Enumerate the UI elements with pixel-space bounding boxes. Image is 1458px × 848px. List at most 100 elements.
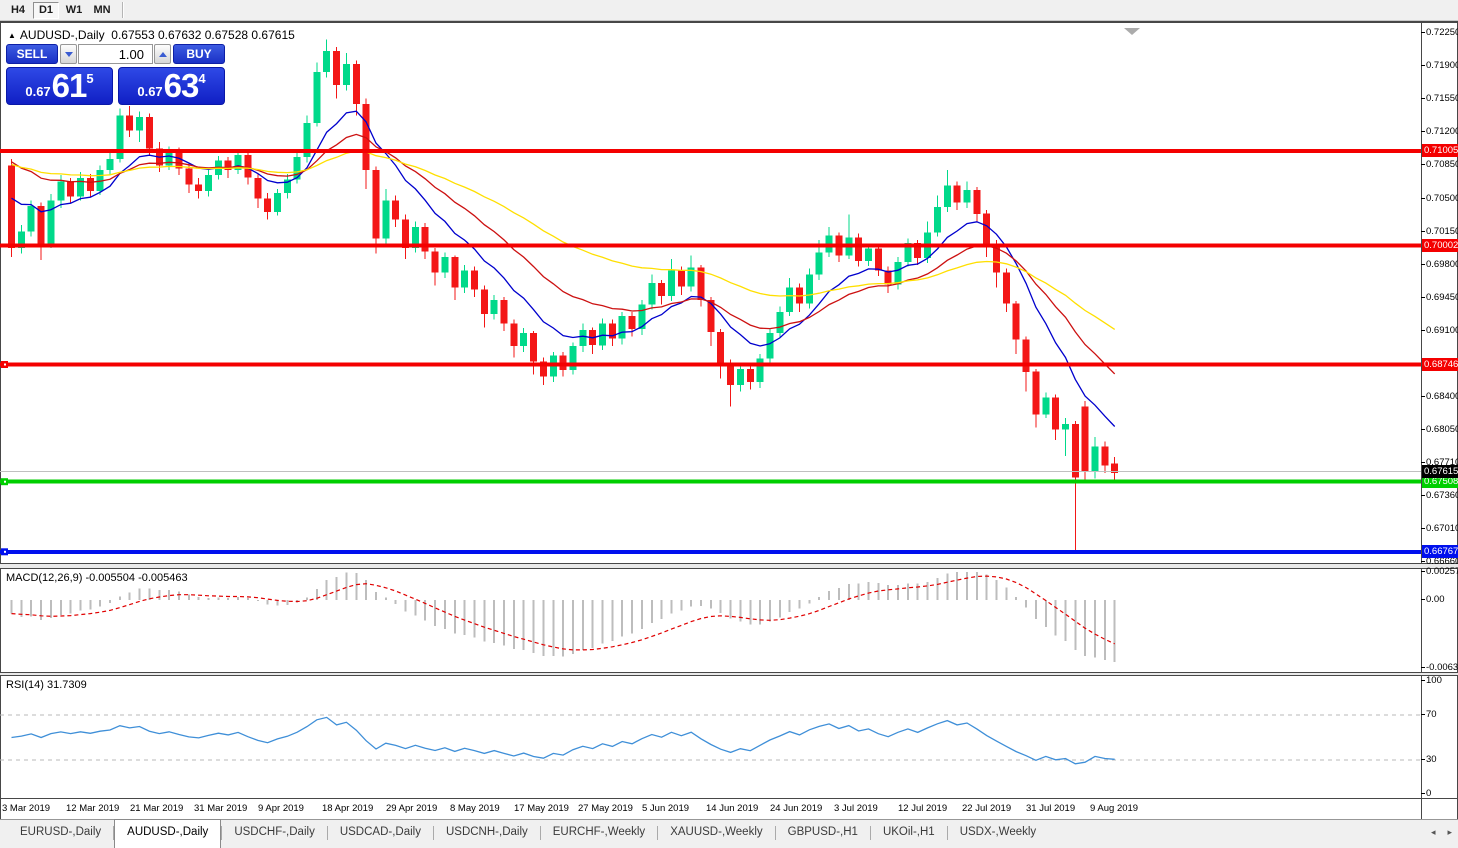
volume-increase-button[interactable] bbox=[154, 44, 171, 64]
date-axis-label: 24 Jun 2019 bbox=[770, 803, 823, 814]
price-tick-label: 0.69450 bbox=[1420, 292, 1458, 303]
price-tick-label: 0.67010 bbox=[1420, 523, 1458, 534]
sell-price-big: 61 bbox=[51, 67, 88, 104]
buy-button[interactable]: BUY bbox=[173, 44, 225, 64]
toolbar-separator bbox=[122, 2, 124, 18]
volume-input[interactable] bbox=[78, 44, 153, 64]
date-axis-label: 21 Mar 2019 bbox=[130, 803, 184, 814]
timeframe-button-w1[interactable]: W1 bbox=[61, 2, 87, 19]
date-axis-label: 12 Jul 2019 bbox=[898, 803, 948, 814]
chart-tab-usdx-weekly[interactable]: USDX-,Weekly bbox=[948, 820, 1048, 848]
rsi-line bbox=[11, 716, 1115, 765]
tab-scroll-right-icon[interactable]: ▸ bbox=[1447, 827, 1452, 838]
chart-tab-ukoil-h1[interactable]: UKOil-,H1 bbox=[871, 820, 947, 848]
rsi-tick-label: 30 bbox=[1421, 754, 1437, 766]
buy-price-prefix: 0.67 bbox=[137, 84, 163, 99]
buy-price-box[interactable]: 0.67 63 4 bbox=[118, 67, 225, 105]
horizontal-level-line[interactable] bbox=[0, 549, 1421, 554]
one-click-panel-toggle-icon[interactable]: ▲ bbox=[8, 31, 16, 40]
horizontal-level-line[interactable] bbox=[0, 479, 1421, 484]
chart-tab-audusd-daily[interactable]: AUDUSD-,Daily bbox=[114, 819, 222, 848]
level-price-label[interactable]: 0.66767 bbox=[1422, 544, 1458, 558]
rsi-indicator-pane[interactable] bbox=[0, 676, 1421, 798]
price-tick-label: 0.67360 bbox=[1420, 490, 1458, 501]
price-tick-label: 0.69100 bbox=[1420, 325, 1458, 336]
timeframe-button-mn[interactable]: MN bbox=[89, 2, 115, 19]
volume-control bbox=[60, 44, 171, 64]
one-click-trading-panel: SELL BUY 0.67615 0.67634 bbox=[6, 44, 225, 105]
chart-tab-usdcnh-daily[interactable]: USDCNH-,Daily bbox=[434, 820, 540, 848]
chart-tab-xauusd-weekly[interactable]: XAUUSD-,Weekly bbox=[658, 820, 774, 848]
timeframe-button-h4[interactable]: H4 bbox=[5, 2, 31, 19]
ema-slow-line bbox=[11, 150, 1116, 330]
buy-price-pip: 4 bbox=[198, 71, 206, 86]
macd-tick-label: -0.00632 bbox=[1421, 662, 1458, 673]
candlesticks bbox=[8, 39, 1119, 552]
horizontal-level-line[interactable] bbox=[0, 362, 1421, 367]
tab-scroll-controls: ◂ ▸ bbox=[1431, 827, 1452, 838]
timeframe-button-d1[interactable]: D1 bbox=[33, 1, 59, 19]
date-axis-label: 9 Aug 2019 bbox=[1090, 803, 1139, 814]
chart-tab-usdchf-daily[interactable]: USDCHF-,Daily bbox=[222, 820, 327, 848]
price-axis-border bbox=[1421, 23, 1422, 819]
sell-price-prefix: 0.67 bbox=[25, 84, 51, 99]
macd-tick-label: 0.00 bbox=[1421, 594, 1445, 605]
chart-title: ▲ AUDUSD-,Daily 0.67553 0.67632 0.67528 0… bbox=[8, 28, 295, 42]
chart-tab-eurchf-weekly[interactable]: EURCHF-,Weekly bbox=[541, 820, 657, 848]
macd-label: MACD(12,26,9) -0.005504 -0.005463 bbox=[6, 572, 188, 584]
date-axis-label: 31 Mar 2019 bbox=[194, 803, 248, 814]
price-tick-label: 0.71900 bbox=[1420, 60, 1458, 71]
rsi-tick-label: 0 bbox=[1420, 788, 1432, 799]
date-axis-label: 8 May 2019 bbox=[450, 803, 500, 814]
date-axis-label: 3 Jul 2019 bbox=[834, 803, 878, 814]
rsi-tick-label: 100 bbox=[1421, 675, 1442, 686]
level-price-label[interactable]: 0.70002 bbox=[1422, 238, 1458, 252]
date-axis-label: 29 Apr 2019 bbox=[386, 803, 438, 814]
macd-tick-label: 0.002574 bbox=[1421, 566, 1458, 577]
date-axis-label: 9 Apr 2019 bbox=[258, 803, 304, 814]
date-axis-label: 12 Mar 2019 bbox=[66, 803, 120, 814]
arrow-down-icon bbox=[64, 51, 73, 57]
date-axis-label: 27 May 2019 bbox=[578, 803, 633, 814]
date-axis-label: 14 Jun 2019 bbox=[706, 803, 759, 814]
pane-splitter-dates bbox=[0, 798, 1458, 799]
horizontal-level-line[interactable] bbox=[0, 148, 1421, 153]
timeframe-button-group: H4 D1 W1 MN bbox=[4, 1, 116, 19]
sell-price-box[interactable]: 0.67 61 5 bbox=[6, 67, 113, 105]
chart-tab-bar: EURUSD-,Daily AUDUSD-,Daily USDCHF-,Daily U… bbox=[0, 819, 1458, 848]
level-price-label[interactable]: 0.71005 bbox=[1422, 143, 1458, 157]
chart-ohlc-values: 0.67553 0.67632 0.67528 0.67615 bbox=[111, 28, 295, 42]
timeframe-toolbar: H4 D1 W1 MN bbox=[0, 0, 1458, 21]
date-axis-label: 18 Apr 2019 bbox=[322, 803, 374, 814]
chart-frame-top bbox=[0, 21, 1458, 23]
price-tick-label: 0.68050 bbox=[1420, 424, 1458, 435]
chart-shift-marker-icon[interactable] bbox=[1124, 28, 1140, 35]
price-tick-label: 0.70850 bbox=[1420, 159, 1458, 170]
price-tick-label: 0.70500 bbox=[1420, 193, 1458, 204]
date-axis-label: 17 May 2019 bbox=[514, 803, 569, 814]
price-tick-label: 0.71550 bbox=[1420, 93, 1458, 104]
price-tick-label: 0.69800 bbox=[1420, 259, 1458, 270]
price-tick-label: 0.71200 bbox=[1420, 126, 1458, 137]
macd-indicator-pane[interactable] bbox=[0, 569, 1421, 672]
date-axis-label: 3 Mar 2019 bbox=[2, 803, 51, 814]
chart-tab-gbpusd-h1[interactable]: GBPUSD-,H1 bbox=[776, 820, 870, 848]
tab-scroll-left-icon[interactable]: ◂ bbox=[1431, 827, 1436, 838]
sell-button[interactable]: SELL bbox=[6, 44, 58, 64]
chart-tab-usdcad-daily[interactable]: USDCAD-,Daily bbox=[328, 820, 433, 848]
price-tick-label: 0.70150 bbox=[1420, 226, 1458, 237]
rsi-tick-label: 70 bbox=[1421, 708, 1437, 720]
date-axis-label: 31 Jul 2019 bbox=[1026, 803, 1076, 814]
level-price-label[interactable]: 0.68746 bbox=[1422, 357, 1458, 371]
ema-fast-line bbox=[11, 110, 1116, 427]
price-tick-label: 0.72250 bbox=[1420, 27, 1458, 38]
rsi-label: RSI(14) 31.7309 bbox=[6, 679, 87, 691]
mt4-chart-window: H4 D1 W1 MN ▲ AUDUSD-,Daily 0.67553 0.67632 … bbox=[0, 0, 1458, 848]
volume-decrease-button[interactable] bbox=[60, 44, 77, 64]
ema-mid-line bbox=[11, 133, 1116, 375]
chart-symbol-label: AUDUSD-,Daily bbox=[19, 28, 105, 42]
price-tick-label: 0.68400 bbox=[1420, 391, 1458, 402]
horizontal-level-line[interactable] bbox=[0, 243, 1421, 248]
buy-price-big: 63 bbox=[163, 67, 200, 104]
chart-tab-eurusd-daily[interactable]: EURUSD-,Daily bbox=[8, 820, 113, 848]
